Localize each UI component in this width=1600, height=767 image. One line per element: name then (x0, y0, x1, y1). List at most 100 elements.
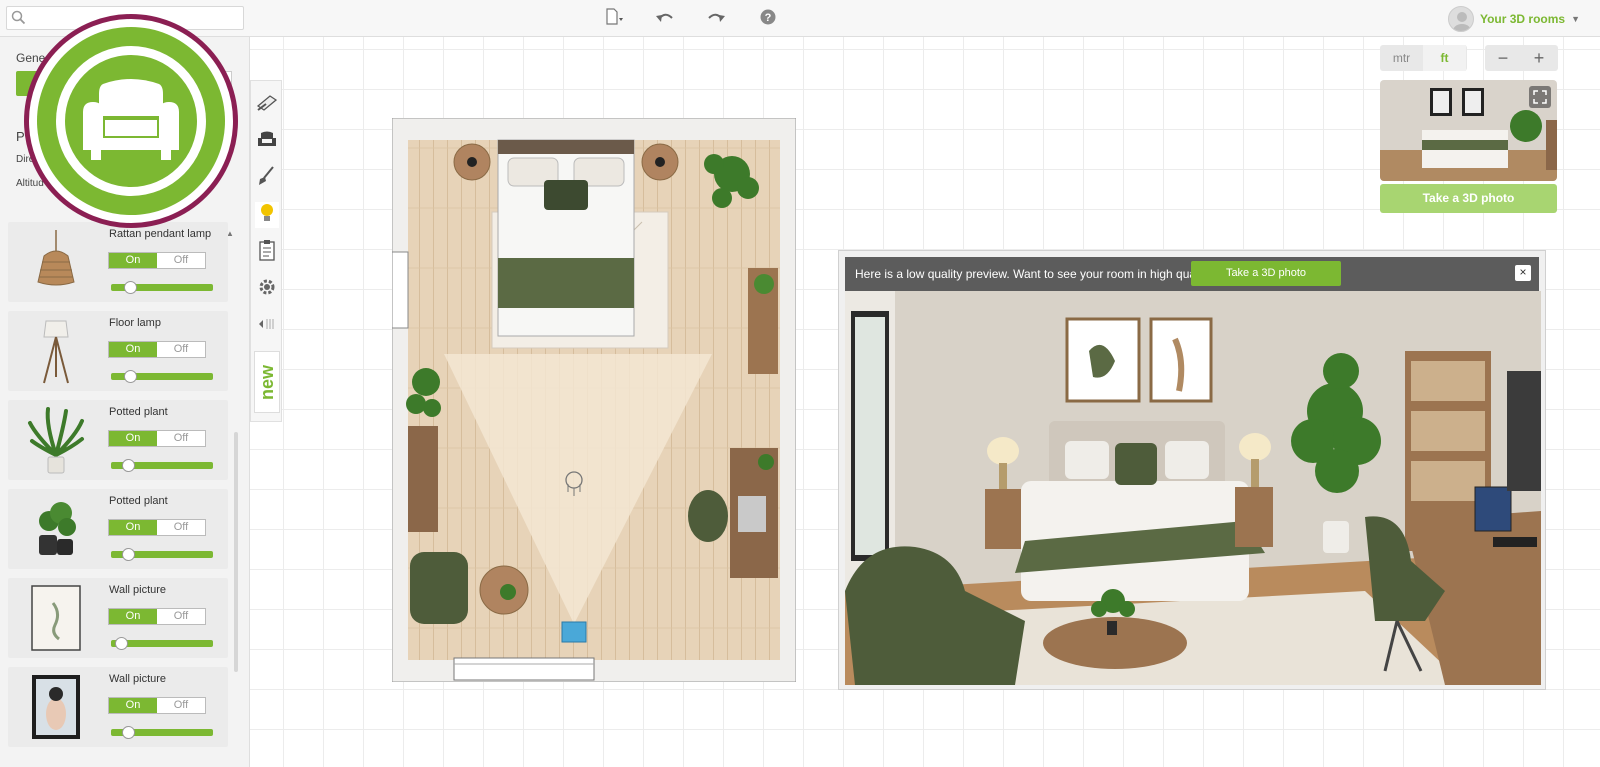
collapse-panel-tool[interactable] (255, 313, 279, 339)
logo-outer-disc (37, 27, 225, 215)
collapse-icon (257, 317, 277, 336)
off-option[interactable]: Off (157, 431, 205, 446)
preview-panel: Here is a low quality preview. Want to s… (838, 250, 1546, 690)
zoom-control[interactable]: − + (1485, 45, 1558, 71)
scrollbar[interactable] (234, 432, 238, 672)
item-name: Rattan pendant lamp (109, 228, 212, 240)
armchair-icon (81, 76, 181, 167)
on-off-toggle[interactable]: On Off (108, 252, 206, 269)
floor-lamp-thumbnail (12, 315, 100, 387)
svg-text:?: ? (765, 12, 772, 24)
settings-tool[interactable] (255, 276, 279, 302)
preview-message: Here is a low quality preview. Want to s… (855, 267, 1218, 281)
expand-icon[interactable] (1529, 86, 1551, 108)
take-3d-photo-button[interactable]: Take a 3D photo (1380, 184, 1557, 213)
lights-list: Rattan pendant lamp On Off Floor lamp On… (8, 222, 230, 756)
unit-mtr-option[interactable]: mtr (1380, 45, 1423, 71)
on-option[interactable]: On (109, 520, 157, 535)
on-option[interactable]: On (109, 342, 157, 357)
slider-handle[interactable] (124, 281, 138, 294)
preview-take-3d-photo-button[interactable]: Take a 3D photo (1191, 261, 1341, 286)
avatar (1447, 6, 1474, 32)
new-file-icon (604, 7, 624, 31)
pendant-lamp-thumbnail (12, 226, 100, 298)
off-option[interactable]: Off (157, 698, 205, 713)
potted-plant-thumbnail (12, 493, 100, 565)
on-off-toggle[interactable]: On Off (108, 697, 206, 714)
intensity-slider[interactable] (111, 370, 213, 383)
new-badge[interactable]: new (254, 351, 280, 413)
user-rooms-link[interactable]: Your 3D rooms (1480, 12, 1565, 26)
undo-button[interactable] (653, 8, 677, 30)
off-option[interactable]: Off (157, 520, 205, 535)
room-preview-image (845, 291, 1541, 685)
clipboard-icon (258, 239, 276, 266)
slider-handle[interactable] (124, 370, 138, 383)
room-3d-thumbnail[interactable] (1380, 80, 1557, 181)
section-p-label: P (16, 129, 25, 144)
on-option[interactable]: On (109, 609, 157, 624)
on-option[interactable]: On (109, 431, 157, 446)
intensity-slider[interactable] (111, 548, 213, 561)
list-item-potted-plant: Potted plant On Off (8, 400, 228, 480)
logo-white-ring (56, 46, 206, 196)
lighting-tool[interactable] (255, 202, 279, 228)
paint-roller-tool[interactable] (255, 91, 279, 117)
floorplan[interactable] (325, 117, 797, 683)
armchair-icon (257, 130, 277, 153)
new-label: new (256, 364, 277, 400)
list-item-potted-plant: Potted plant On Off (8, 489, 228, 569)
intensity-slider[interactable] (111, 637, 213, 650)
logo-inner-disc (65, 55, 197, 187)
intensity-slider[interactable] (111, 726, 213, 739)
brush-icon (257, 165, 277, 192)
zoom-in-button[interactable]: + (1521, 45, 1557, 71)
altitude-label: Altitud (16, 178, 44, 189)
slider-handle[interactable] (121, 459, 135, 472)
furniture-logo (24, 14, 238, 228)
help-icon: ? (759, 8, 777, 31)
undo-icon (655, 10, 675, 29)
list-item-floor-lamp: Floor lamp On Off (8, 311, 228, 391)
off-option[interactable]: Off (157, 253, 205, 268)
intensity-slider[interactable] (111, 459, 213, 472)
tool-strip: new (250, 80, 282, 422)
off-option[interactable]: Off (157, 609, 205, 624)
slider-handle[interactable] (121, 726, 135, 739)
item-name: Potted plant (109, 495, 168, 507)
list-item-wall-picture: Wall picture On Off (8, 578, 228, 658)
wall-picture-thumbnail (12, 582, 100, 654)
unit-toggle[interactable]: mtr ft (1380, 45, 1467, 71)
furniture-tool[interactable] (255, 128, 279, 154)
item-name: Floor lamp (109, 317, 161, 329)
item-name: Wall picture (109, 584, 167, 596)
user-menu[interactable]: Your 3D rooms ▼ (1447, 6, 1580, 32)
close-icon[interactable]: × (1515, 265, 1531, 281)
redo-button[interactable] (704, 8, 728, 30)
redo-icon (706, 10, 726, 29)
paint-roller-icon (256, 92, 278, 117)
item-name: Potted plant (109, 406, 168, 418)
on-option[interactable]: On (109, 698, 157, 713)
on-off-toggle[interactable]: On Off (108, 430, 206, 447)
top-toolbar: ? Your 3D rooms ▼ (0, 0, 1600, 37)
zoom-out-button[interactable]: − (1485, 45, 1521, 71)
list-item-rattan-pendant-lamp: Rattan pendant lamp On Off (8, 222, 228, 302)
on-off-toggle[interactable]: On Off (108, 519, 206, 536)
wall-picture-thumbnail (12, 671, 100, 743)
slider-handle[interactable] (115, 637, 129, 650)
new-file-button[interactable] (602, 7, 626, 31)
unit-ft-option[interactable]: ft (1423, 45, 1466, 71)
off-option[interactable]: Off (157, 342, 205, 357)
brush-tool[interactable] (255, 165, 279, 191)
help-button[interactable]: ? (756, 8, 780, 30)
slider-handle[interactable] (121, 548, 135, 561)
checklist-tool[interactable] (255, 239, 279, 265)
on-option[interactable]: On (109, 253, 157, 268)
on-off-toggle[interactable]: On Off (108, 608, 206, 625)
item-name: Wall picture (109, 673, 167, 685)
search-icon (11, 10, 26, 30)
on-off-toggle[interactable]: On Off (108, 341, 206, 358)
lightbulb-icon (258, 202, 276, 229)
intensity-slider[interactable] (111, 281, 213, 294)
